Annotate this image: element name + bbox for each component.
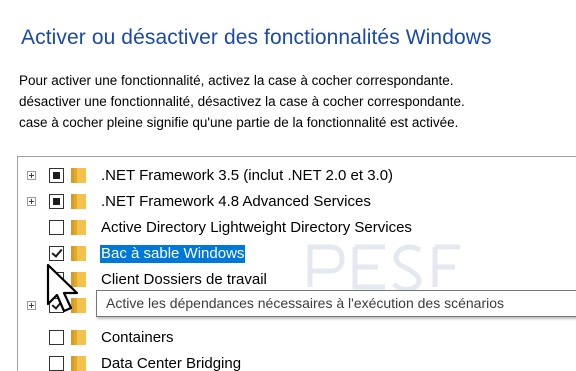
features-dialog: Activer ou désactiver des fonctionnalité…	[0, 0, 576, 371]
feature-checkbox[interactable]	[49, 246, 64, 261]
folder-icon	[71, 220, 86, 235]
feature-label: .NET Framework 4.8 Advanced Services	[101, 193, 371, 210]
features-tree[interactable]: .NET Framework 3.5 (inclut .NET 2.0 et 3…	[17, 156, 576, 371]
feature-checkbox[interactable]	[49, 168, 64, 183]
feature-checkbox[interactable]	[49, 356, 64, 371]
dialog-title: Activer ou désactiver des fonctionnalité…	[21, 26, 492, 49]
folder-icon	[71, 356, 86, 371]
tree-item-bac-a-sable-windows[interactable]: Bac à sable Windows	[18, 241, 576, 266]
tree-item-containers[interactable]: Containers	[18, 325, 576, 350]
feature-checkbox[interactable]	[49, 194, 64, 209]
instructions-line-1: Pour activer une fonctionnalité, activez…	[19, 73, 454, 88]
folder-icon	[71, 194, 86, 209]
tree-item-active-directory-lds[interactable]: Active Directory Lightweight Directory S…	[18, 215, 576, 240]
folder-icon	[71, 246, 86, 261]
feature-checkbox[interactable]	[49, 330, 64, 345]
instructions-text: Pour activer une fonctionnalité, activez…	[19, 70, 576, 133]
feature-label: Containers	[101, 329, 174, 346]
folder-icon	[71, 168, 86, 183]
folder-icon	[71, 330, 86, 345]
feature-checkbox[interactable]	[49, 220, 64, 235]
feature-label: Client Dossiers de travail	[101, 271, 267, 288]
feature-label-selected: Bac à sable Windows	[100, 245, 246, 263]
tooltip-text: Active les dépendances nécessaires à l'e…	[106, 295, 505, 311]
plus-expander-icon[interactable]	[27, 197, 36, 206]
plus-expander-icon[interactable]	[27, 171, 36, 180]
arrow-cursor-icon	[46, 263, 79, 313]
plus-expander-icon[interactable]	[27, 301, 36, 310]
feature-label: .NET Framework 3.5 (inclut .NET 2.0 et 3…	[101, 167, 394, 184]
tree-item-net-framework-35[interactable]: .NET Framework 3.5 (inclut .NET 2.0 et 3…	[18, 163, 576, 188]
instructions-line-3: case à cocher pleine signifie qu'une par…	[19, 115, 459, 130]
tree-item-net-framework-48[interactable]: .NET Framework 4.8 Advanced Services	[18, 189, 576, 214]
tree-item-client-dossiers-de-travail[interactable]: Client Dossiers de travail	[18, 267, 576, 292]
feature-label: Active Directory Lightweight Directory S…	[101, 219, 412, 236]
feature-tooltip: Active les dépendances nécessaires à l'e…	[96, 290, 576, 317]
instructions-line-2: désactiver une fonctionnalité, désactive…	[19, 94, 465, 109]
feature-label: Data Center Bridging	[101, 355, 242, 371]
tree-item-data-center-bridging[interactable]: Data Center Bridging	[18, 351, 576, 371]
